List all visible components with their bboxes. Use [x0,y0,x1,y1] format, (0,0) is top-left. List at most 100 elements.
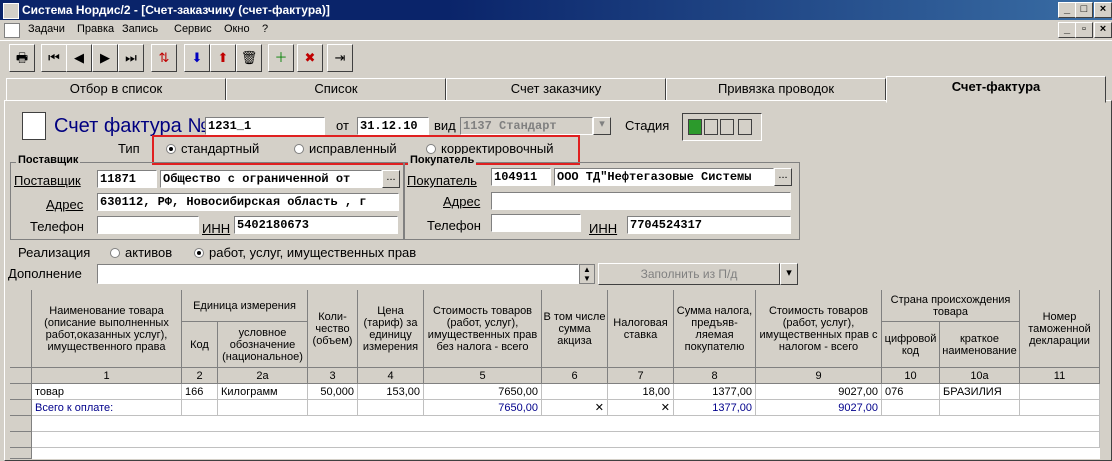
invoice-date-field[interactable]: 31.12.10 [357,117,429,135]
table-cell [308,400,358,416]
menu-record[interactable]: Запись [122,23,158,35]
close-button[interactable]: × [1094,2,1112,18]
header-unit-code: Код [182,322,218,368]
row-selector[interactable] [10,416,32,432]
row-selector[interactable] [10,384,32,400]
minimize-button[interactable]: _ [1058,2,1076,18]
stage-box-2[interactable] [704,119,718,135]
tab-invoice[interactable]: Счет-фактура [886,76,1106,103]
addition-field[interactable] [97,264,579,284]
load-up-icon[interactable]: ⬆ [210,44,236,72]
save-down-icon[interactable]: ⬇ [184,44,210,72]
type-corrected-radio[interactable] [294,144,304,154]
first-record-icon[interactable]: ⏮ [41,44,67,72]
row-selector-header [10,290,32,368]
table-cell-name[interactable]: товар [32,384,182,400]
header-cost-tax: Стоимость товаров (работ, услуг), имущес… [756,290,882,368]
supplier-inn-label[interactable]: ИНН [202,221,230,236]
delete-document-icon[interactable]: ✖ [297,44,323,72]
stage-box-3[interactable] [720,119,734,135]
supplier-inn-field[interactable]: 5402180673 [234,216,398,234]
menu-help[interactable]: ? [262,23,268,35]
supplier-name-field[interactable]: Общество с ограниченной от [160,170,382,188]
table-cell-unit[interactable]: Килограмм [218,384,308,400]
supplier-address-field[interactable]: 630112, РФ, Новосибирская область , г [97,193,399,211]
buyer-label[interactable]: Покупатель [407,173,477,188]
header-unit-name: условное обозначение (национальное) [218,322,308,368]
type-standard-radio[interactable] [166,144,176,154]
table-cell-declaration[interactable] [1020,384,1100,400]
buyer-inn-label[interactable]: ИНН [589,221,617,236]
header-qty: Коли-чество (объем) [308,290,358,368]
supplier-label[interactable]: Поставщик [14,173,81,188]
row-selector[interactable] [10,400,32,416]
tab-filter[interactable]: Отбор в список [6,78,226,101]
table-cell-tax[interactable]: 1377,00 [674,384,756,400]
next-record-icon[interactable]: ▶ [92,44,118,72]
table-cell-excise[interactable] [542,384,608,400]
print-icon[interactable]: 🖶 [9,44,35,72]
table-cell-cost[interactable]: 7650,00 [424,384,542,400]
sort-icon[interactable]: ⇅ [151,44,177,72]
prev-record-icon[interactable]: ◀ [66,44,92,72]
app-icon[interactable] [3,3,19,19]
supplier-code-field[interactable]: 11871 [97,170,157,188]
table-cell-total[interactable]: 9027,00 [756,384,882,400]
addition-scroll-icon[interactable]: ▲ ▼ [579,264,595,284]
buyer-address-field[interactable] [491,192,791,210]
tab-customer-invoice[interactable]: Счет заказчику [446,78,666,101]
header-cost-no-tax: Стоимость товаров (работ, услуг), имущес… [424,290,542,368]
trash-icon[interactable]: 🗑 [236,44,262,72]
buyer-address-label[interactable]: Адрес [443,194,480,209]
supplier-address-label[interactable]: Адрес [46,197,83,212]
kind-label: вид [434,118,456,133]
document-icon[interactable] [4,23,20,38]
lock-icon[interactable] [688,119,702,135]
type-adjustment-radio[interactable] [426,144,436,154]
invoice-number-field[interactable]: 1231_1 [205,117,325,135]
menu-tasks[interactable]: Задачи [28,23,65,35]
realization-services-label[interactable]: работ, услуг, имущественных прав [209,245,416,260]
table-cell-code[interactable]: 166 [182,384,218,400]
table-cell-country-code[interactable]: 076 [882,384,940,400]
buyer-lookup-button[interactable]: ... [774,168,792,186]
supplier-phone-field[interactable] [97,216,199,234]
header-declaration: Номер таможенной декларации [1020,290,1100,368]
table-cell-country-name[interactable]: БРАЗИЛИЯ [940,384,1020,400]
empty-row[interactable] [32,432,1100,448]
type-standard-label[interactable]: стандартный [181,141,259,156]
realization-services-radio[interactable] [194,248,204,258]
child-restore-button[interactable]: ▫ [1075,22,1093,38]
add-document-icon[interactable]: ＋ [268,44,294,72]
header-country-name: краткое наименование [940,322,1020,368]
table-cell-rate[interactable]: 18,00 [608,384,674,400]
buyer-phone-field[interactable] [491,214,581,232]
col-number: 5 [424,368,542,384]
row-selector[interactable] [10,448,32,459]
fill-dropdown-button[interactable]: ▾ [780,263,798,285]
fill-from-payment-button[interactable]: Заполнить из П/д [598,263,780,285]
exit-icon[interactable]: ⇥ [327,44,353,72]
tab-postings[interactable]: Привязка проводок [666,78,886,101]
row-selector[interactable] [10,432,32,448]
realization-assets-radio[interactable] [110,248,120,258]
header-rate: Налоговая ставка [608,290,674,368]
buyer-name-field[interactable]: ООО ТД"Нефтегазовые Системы [554,168,774,186]
child-close-button[interactable]: × [1094,22,1112,38]
child-minimize-button[interactable]: _ [1058,22,1076,38]
supplier-lookup-button[interactable]: ... [382,170,400,188]
last-record-icon[interactable]: ⏭ [118,44,144,72]
empty-row[interactable] [32,416,1100,432]
buyer-inn-field[interactable]: 7704524317 [627,216,791,234]
table-cell-price[interactable]: 153,00 [358,384,424,400]
buyer-code-field[interactable]: 104911 [491,168,551,186]
tab-list[interactable]: Список [226,78,446,101]
menu-edit[interactable]: Правка [77,23,114,35]
maximize-button[interactable]: □ [1075,2,1093,18]
stage-box-4[interactable] [738,119,752,135]
type-corrected-label[interactable]: исправленный [309,141,397,156]
menu-window[interactable]: Окно [224,23,250,35]
table-cell-qty[interactable]: 50,000 [308,384,358,400]
menu-service[interactable]: Сервис [174,23,212,35]
realization-assets-label[interactable]: активов [125,245,172,260]
